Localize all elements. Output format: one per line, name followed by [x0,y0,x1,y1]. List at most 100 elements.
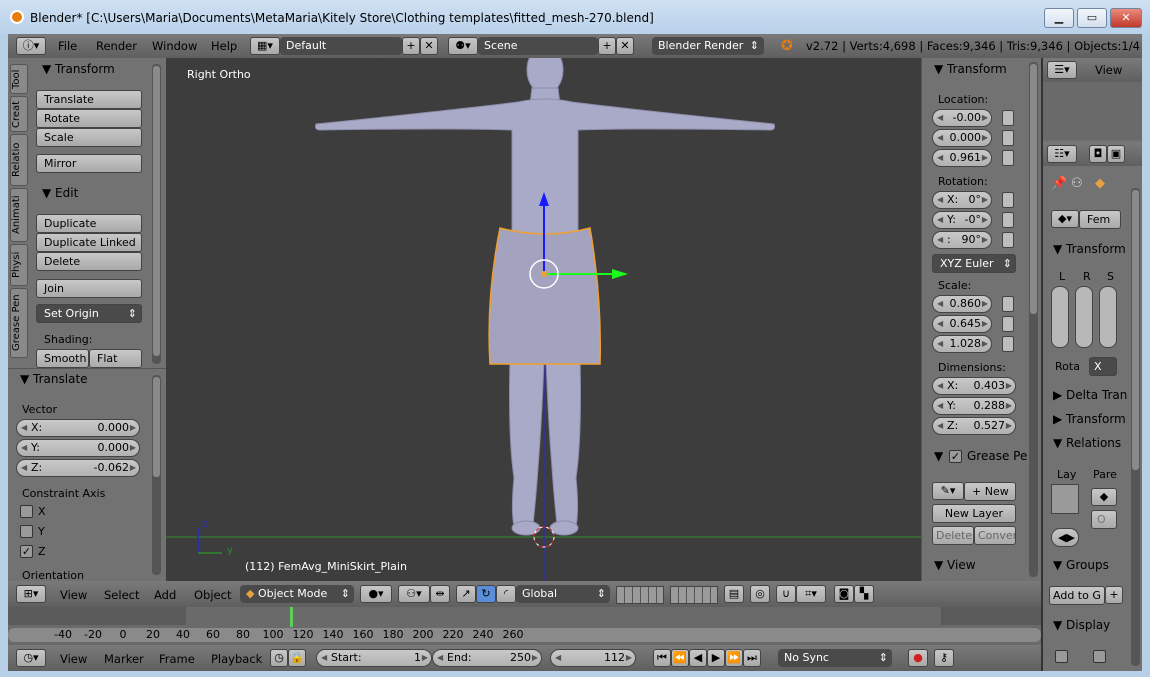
gizmo-y-arrowhead[interactable] [612,269,628,279]
lock-icon[interactable] [1002,130,1014,146]
lock-icon[interactable] [1002,150,1014,166]
lock-icon[interactable] [1002,110,1014,126]
properties-scrollbar[interactable] [1131,188,1140,666]
menu-help[interactable]: Help [211,39,237,53]
transform-locks-header[interactable]: ▶ Transform [1053,412,1126,426]
groups-header[interactable]: ▼ Groups [1053,558,1109,572]
sync-mode-select[interactable]: No Sync ⇕ [778,649,892,667]
viewport-shading-icon[interactable]: ●▾ [360,585,392,603]
menu-view[interactable]: View [60,588,87,602]
play-icon[interactable]: ▶ [707,649,725,667]
edit-panel-header[interactable]: ▼ Edit [42,186,78,200]
start-frame-field[interactable]: ◀ Start: 1 ▶ [316,649,432,667]
new-layer-button[interactable]: New Layer [932,504,1016,523]
constraint-y-checkbox[interactable] [20,525,33,538]
manipulator-toggle-icon[interactable]: ⇹ [430,585,450,603]
object-cube-icon[interactable]: ◆ [1095,176,1105,191]
lock-icon[interactable] [1002,316,1014,332]
layers-tab-icon[interactable]: ▣ [1107,145,1125,163]
jump-keyframe-back-icon[interactable]: ⏪ [671,649,689,667]
add-layout-icon[interactable]: + [402,37,420,55]
smooth-button[interactable]: Smooth [36,349,89,368]
add-group-icon[interactable]: + [1105,586,1123,604]
display-header[interactable]: ▼ Display [1053,618,1110,632]
menu-object[interactable]: Object [194,588,231,602]
scale-button[interactable]: Scale [36,128,142,147]
n-view-header[interactable]: ▼ View [934,558,976,572]
rotation-x-field[interactable]: ◀ X: 0° ▶ [932,191,992,209]
rotate-button[interactable]: Rotate [36,109,142,128]
scene-layers-2[interactable] [670,586,718,604]
location-z-field[interactable]: ◀ 0.961 ▶ [932,149,992,167]
timeline[interactable]: -40 -20 0 20 40 60 80 100 120 140 160 180 200 220 240 2… [8,607,1041,645]
n-panel-scrollbar[interactable] [1029,62,1038,577]
relations-header[interactable]: ▼ Relations [1053,436,1121,450]
snap-toggle-icon[interactable]: ∪ [776,585,796,603]
tool-shelf-scrollbar[interactable] [152,64,161,364]
rotation-column[interactable] [1075,286,1093,348]
delete-button[interactable]: Delete [36,252,142,271]
vector-z-field[interactable]: ◀ Z: -0.062 ▶ [16,459,140,477]
parent-object-icon[interactable]: ◆ [1091,488,1117,506]
lock-icon[interactable] [1002,336,1014,352]
location-column[interactable] [1051,286,1069,348]
display-checkbox[interactable] [1055,650,1068,663]
rotation-z-field[interactable]: ◀:90° ▶ [932,231,992,249]
record-icon[interactable]: ● [908,649,928,667]
dimension-y-field[interactable]: ◀ Y: 0.288 ▶ [932,397,1016,415]
lock-icon[interactable] [1002,296,1014,312]
location-y-field[interactable]: ◀ 0.000 ▶ [932,129,992,147]
outliner-list[interactable] [1043,82,1142,140]
keying-set-icon[interactable]: ⚷ [934,649,954,667]
join-button[interactable]: Join [36,279,142,298]
tab-physics[interactable]: Physi [10,244,28,286]
layout-field[interactable]: Default [280,37,402,55]
parent-type-select[interactable]: O [1091,510,1117,529]
outliner-view-menu[interactable]: View [1095,63,1122,77]
display-checkbox[interactable] [1093,650,1106,663]
grease-pencil-checkbox[interactable]: ✓ [949,450,962,463]
render-tab-icon[interactable]: ◘ [1089,145,1107,163]
world-icon[interactable]: ⚇ [1071,176,1083,191]
3d-editor-type-icon[interactable]: ⊞▾ [16,585,46,603]
scale-y-field[interactable]: ◀ 0.645 ▶ [932,315,992,333]
duplicate-linked-button[interactable]: Duplicate Linked [36,233,142,252]
grease-pencil-header[interactable]: ▼ [934,449,943,463]
remove-layout-icon[interactable]: ✕ [420,37,438,55]
object-data-icon[interactable]: ◆▾ [1051,210,1079,228]
snap-element-icon[interactable]: ⌗▾ [796,585,826,603]
lock-range-icon[interactable]: 🔒 [288,649,306,667]
remove-scene-icon[interactable]: ✕ [616,37,634,55]
menu-marker[interactable]: Marker [104,652,144,666]
duplicate-button[interactable]: Duplicate [36,214,142,233]
tab-relations[interactable]: Relatio [10,134,28,186]
scale-z-field[interactable]: ◀ 1.028 ▶ [932,335,992,353]
menu-window[interactable]: Window [152,39,197,53]
menu-file[interactable]: File [58,39,77,53]
dimension-z-field[interactable]: ◀ Z: 0.527 ▶ [932,417,1016,435]
add-scene-icon[interactable]: + [598,37,616,55]
delta-transform-header[interactable]: ▶ Delta Tran [1053,388,1127,402]
tab-grease-pencil[interactable]: Grease Pen [10,288,28,358]
operator-scrollbar[interactable] [152,375,161,575]
lock-icon[interactable] [1002,192,1014,208]
scene-field[interactable]: Scene [478,37,598,55]
outliner-editor-icon[interactable]: ☰▾ [1047,61,1077,79]
object-name-field[interactable]: Fem [1079,210,1121,229]
proportional-edit-icon[interactable]: ◎ [750,585,770,603]
end-frame-field[interactable]: ◀ End: 250 ▶ [432,649,542,667]
maximize-button[interactable]: ▭ [1077,8,1107,28]
gp-delete-button[interactable]: Delete [932,526,974,545]
rotate-manipulator-icon[interactable]: ↻ [476,585,496,603]
constraint-z-checkbox[interactable]: ✓ [20,545,33,558]
scene-icon[interactable]: ⚉▾ [448,37,478,55]
vector-y-field[interactable]: ◀ Y: 0.000 ▶ [16,439,140,457]
scale-manipulator-icon[interactable]: ◜ [496,585,516,603]
translate-manipulator-icon[interactable]: ↗ [456,585,476,603]
menu-add[interactable]: Add [154,588,176,602]
preview-range-icon[interactable]: ◷ [270,649,288,667]
transform-orientation-select[interactable]: Global ⇕ [516,585,610,603]
timeline-editor-icon[interactable]: ◷▾ [16,649,46,667]
gp-convert-button[interactable]: Convert [974,526,1016,545]
3d-viewport[interactable]: Right Ortho z y (112) FemAvg_MiniSkirt_P… [166,58,921,581]
